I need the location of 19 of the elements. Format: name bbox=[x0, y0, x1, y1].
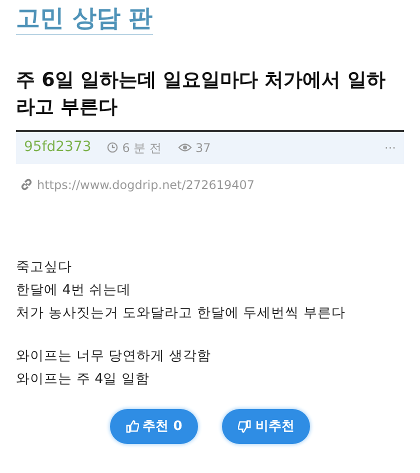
thumbs-up-icon bbox=[126, 420, 139, 433]
not-recommend-button[interactable]: 비추천 bbox=[222, 408, 310, 444]
body-text-line: 처가 농사짓는거 도와달라고 한달에 두세번씩 부른다 bbox=[16, 304, 346, 323]
body-text-line: 와이프는 너무 당연하게 생각함 bbox=[16, 346, 212, 366]
board-title[interactable]: 고민 상담 판 bbox=[16, 4, 153, 35]
link-icon bbox=[20, 178, 33, 192]
body-text-line: 죽고싶다 bbox=[16, 258, 73, 277]
author-name[interactable]: 95fd2373 bbox=[24, 137, 92, 158]
clock-icon bbox=[107, 142, 118, 154]
body-text-line: 한달에 4번 쉬는데 bbox=[16, 280, 132, 300]
post-url[interactable]: https://www.dogdrip.net/272619407 bbox=[37, 176, 255, 194]
body-text-line: 와이프는 주 4일 일함 bbox=[16, 370, 150, 389]
thumbs-down-icon bbox=[238, 420, 252, 433]
more-menu[interactable]: ··· bbox=[384, 138, 396, 157]
post-time: 6 분 전 bbox=[122, 140, 162, 157]
eye-icon bbox=[178, 143, 192, 152]
recommend-button[interactable]: 추천 0 bbox=[110, 408, 198, 444]
view-count: 37 bbox=[196, 140, 211, 157]
post-title: 주 6일 일하는데 일요일마다 처가에서 일하라고 부른다 bbox=[16, 68, 386, 120]
